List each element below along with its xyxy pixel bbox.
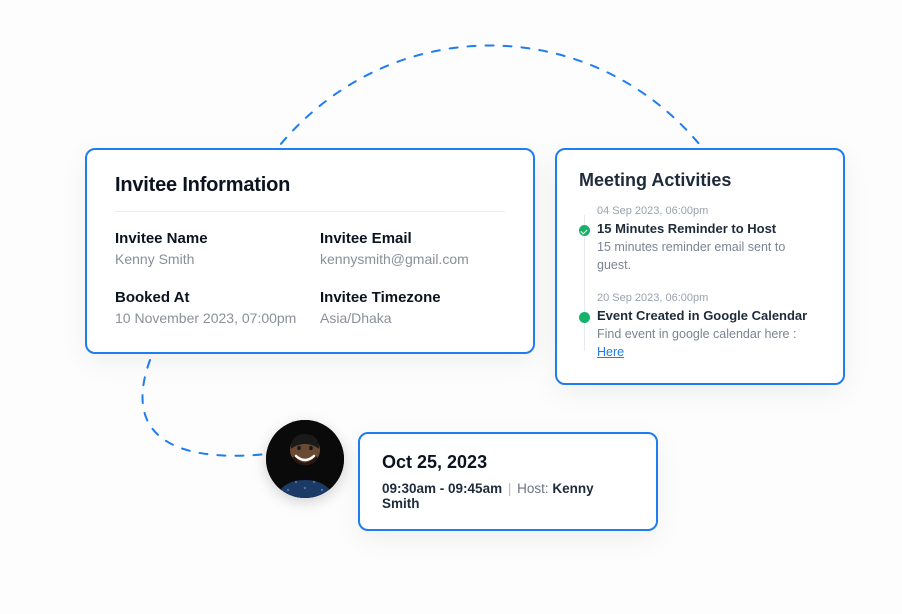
invitee-email-value: kennysmith@gmail.com bbox=[320, 251, 505, 267]
meeting-activities-heading: Meeting Activities bbox=[579, 170, 821, 191]
invitee-timezone-value: Asia/Dhaka bbox=[320, 310, 505, 326]
activity-description: 15 minutes reminder email sent to guest. bbox=[597, 239, 821, 274]
activity-timeline: 04 Sep 2023, 06:00pm 15 Minutes Reminder… bbox=[579, 205, 821, 361]
activity-item: 20 Sep 2023, 06:00pm Event Created in Go… bbox=[597, 292, 821, 361]
dot-icon bbox=[579, 312, 590, 323]
booking-time-range: 09:30am - 09:45am bbox=[382, 481, 502, 496]
divider: | bbox=[506, 481, 514, 496]
activity-timestamp: 20 Sep 2023, 06:00pm bbox=[597, 292, 821, 304]
invitee-info-card: Invitee Information Invitee Name Kenny S… bbox=[85, 148, 535, 354]
invitee-name-block: Invitee Name Kenny Smith bbox=[115, 230, 300, 267]
booked-at-block: Booked At 10 November 2023, 07:00pm bbox=[115, 289, 300, 326]
booked-at-label: Booked At bbox=[115, 289, 300, 306]
invitee-email-label: Invitee Email bbox=[320, 230, 505, 247]
activity-timestamp: 04 Sep 2023, 06:00pm bbox=[597, 205, 821, 217]
activity-description: Find event in google calendar here : Her… bbox=[597, 326, 821, 361]
activity-title: Event Created in Google Calendar bbox=[597, 308, 821, 323]
invitee-timezone-block: Invitee Timezone Asia/Dhaka bbox=[320, 289, 505, 326]
check-circle-icon bbox=[579, 225, 590, 236]
invitee-info-heading: Invitee Information bbox=[115, 174, 505, 212]
booking-meta: 09:30am - 09:45am | Host: Kenny Smith bbox=[382, 481, 634, 511]
activity-title: 15 Minutes Reminder to Host bbox=[597, 221, 821, 236]
invitee-name-label: Invitee Name bbox=[115, 230, 300, 247]
meeting-activities-card: Meeting Activities 04 Sep 2023, 06:00pm … bbox=[555, 148, 845, 385]
host-label: Host: bbox=[517, 481, 549, 496]
calendar-event-link[interactable]: Here bbox=[597, 345, 624, 359]
invitee-name-value: Kenny Smith bbox=[115, 251, 300, 267]
booking-summary-card: Oct 25, 2023 09:30am - 09:45am | Host: K… bbox=[358, 432, 658, 531]
invitee-timezone-label: Invitee Timezone bbox=[320, 289, 505, 306]
activity-item: 04 Sep 2023, 06:00pm 15 Minutes Reminder… bbox=[597, 205, 821, 274]
activity-desc-prefix: Find event in google calendar here : bbox=[597, 327, 796, 341]
booking-date: Oct 25, 2023 bbox=[382, 452, 634, 473]
booked-at-value: 10 November 2023, 07:00pm bbox=[115, 310, 300, 326]
host-avatar bbox=[266, 420, 344, 498]
invitee-email-block: Invitee Email kennysmith@gmail.com bbox=[320, 230, 505, 267]
